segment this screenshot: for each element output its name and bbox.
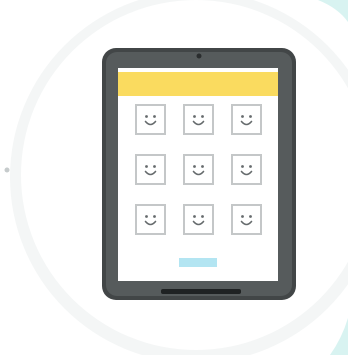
face-cell xyxy=(183,104,214,135)
accent-arc-bottom xyxy=(330,318,348,355)
face-eye xyxy=(249,165,252,168)
illustration-canvas xyxy=(4,0,348,360)
face-eye xyxy=(193,115,196,118)
tablet-device xyxy=(102,48,296,300)
face-cell xyxy=(135,204,166,235)
face-frame xyxy=(135,154,166,185)
face-eye xyxy=(201,115,204,118)
face-cell xyxy=(135,104,166,135)
face-eye xyxy=(153,115,156,118)
face-eye xyxy=(145,115,148,118)
face-eye xyxy=(145,215,148,218)
face-frame xyxy=(135,204,166,235)
decorative-dot xyxy=(4,167,10,173)
face-eye xyxy=(241,215,244,218)
face-cell xyxy=(135,154,166,185)
face-frame xyxy=(183,204,214,235)
screen-action-button[interactable] xyxy=(179,258,217,267)
face-frame xyxy=(231,204,262,235)
screen-header-bar xyxy=(118,72,278,96)
camera-icon xyxy=(196,53,202,59)
face-cell xyxy=(183,154,214,185)
face-eye xyxy=(193,215,196,218)
face-eye xyxy=(249,115,252,118)
face-cell xyxy=(231,204,262,235)
face-eye xyxy=(201,215,204,218)
face-eye xyxy=(201,165,204,168)
face-frame xyxy=(135,104,166,135)
face-cell xyxy=(231,154,262,185)
accent-arc-top xyxy=(318,0,348,22)
face-eye xyxy=(241,165,244,168)
face-eye xyxy=(153,215,156,218)
face-frame xyxy=(231,154,262,185)
face-frame xyxy=(183,104,214,135)
face-grid xyxy=(135,104,262,235)
tablet-illustration xyxy=(0,0,348,360)
face-eye xyxy=(193,165,196,168)
face-frame xyxy=(183,154,214,185)
face-eye xyxy=(249,215,252,218)
face-eye xyxy=(145,165,148,168)
home-indicator-bar xyxy=(161,289,241,294)
face-frame xyxy=(231,104,262,135)
face-cell xyxy=(231,104,262,135)
face-eye xyxy=(241,115,244,118)
face-eye xyxy=(153,165,156,168)
face-cell xyxy=(183,204,214,235)
